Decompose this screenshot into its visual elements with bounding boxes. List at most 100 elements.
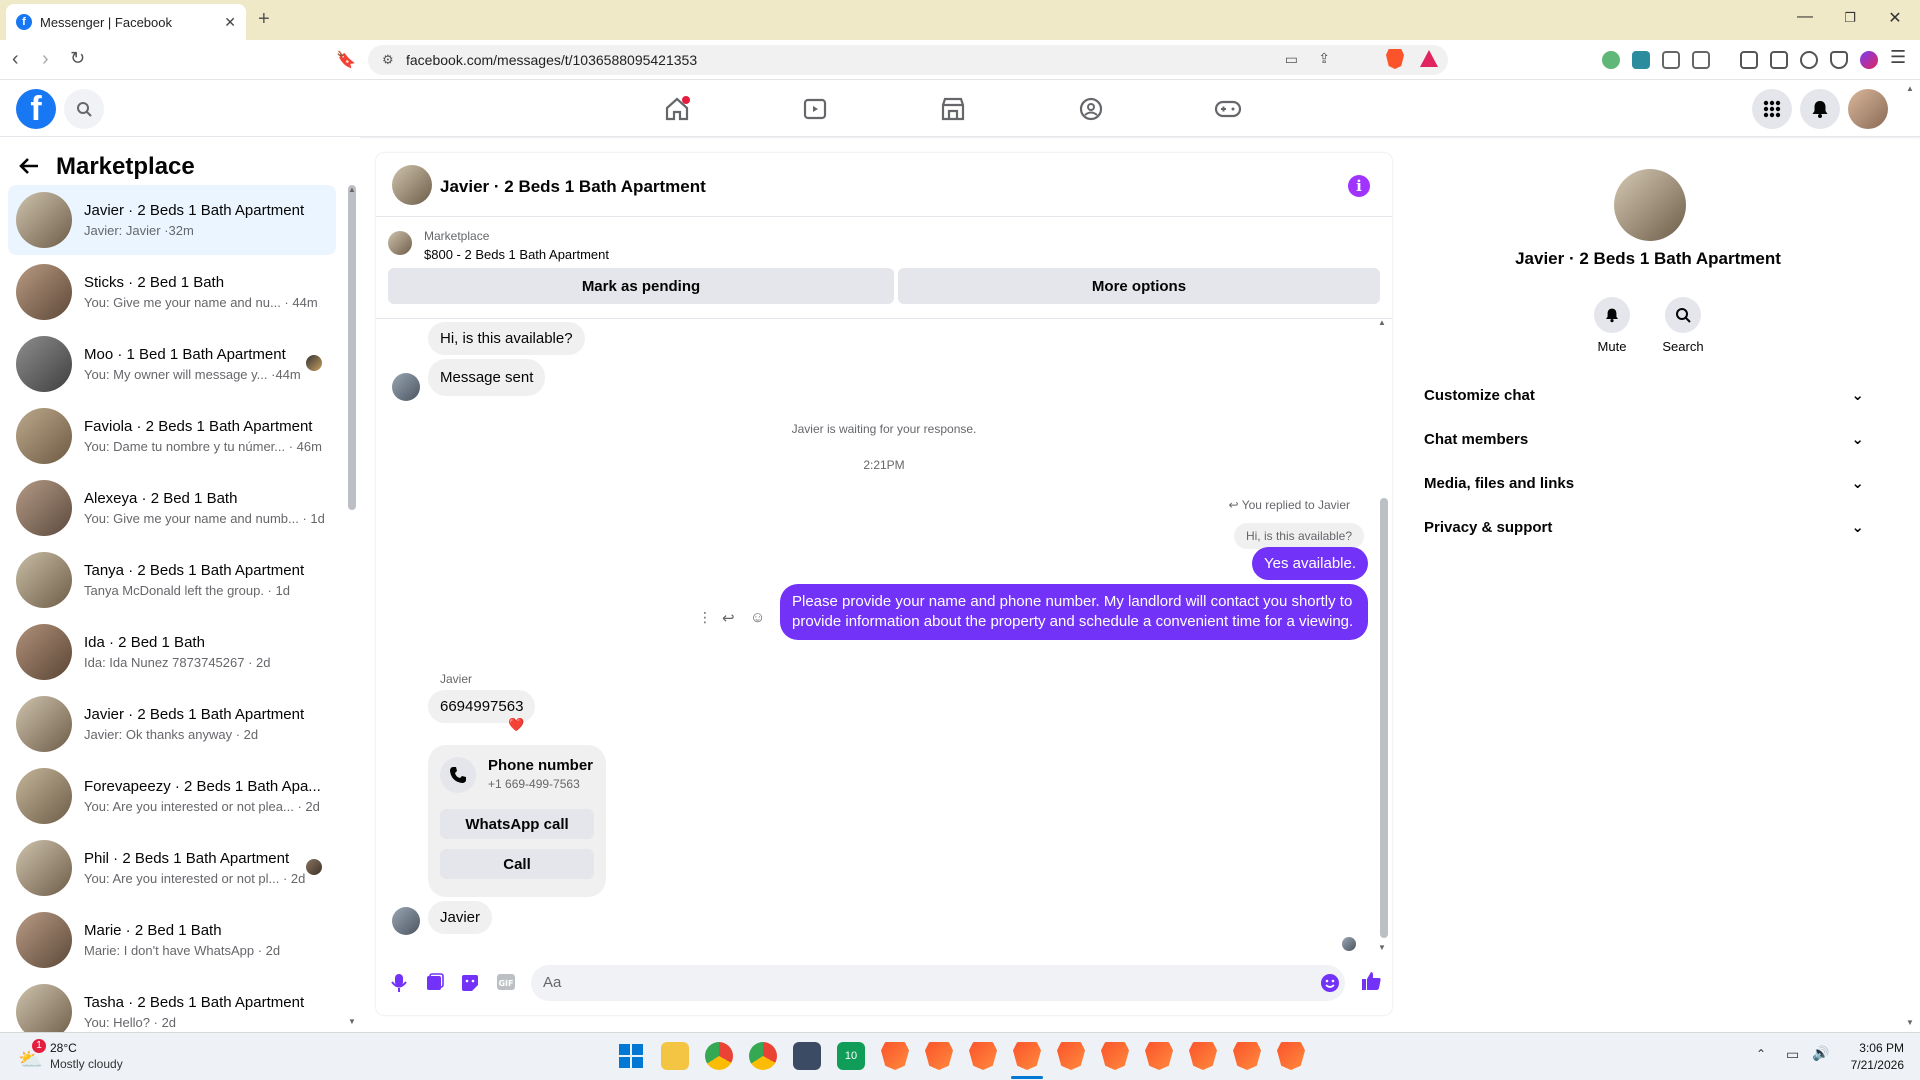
conversation-item[interactable]: Javier · 2 Beds 1 Bath Apartment Javier: … (8, 185, 336, 255)
search-action[interactable]: Search (1643, 297, 1723, 354)
message-bubble[interactable]: Hi, is this available? (428, 322, 585, 355)
chrome-icon[interactable] (705, 1042, 733, 1070)
conversation-item[interactable]: Faviola · 2 Beds 1 Bath Apartment You: Da… (8, 401, 336, 471)
scroll-down-icon[interactable]: ▼ (1378, 943, 1386, 952)
bookmark-icon[interactable]: 🔖 (336, 50, 356, 70)
conversation-item[interactable]: Phil · 2 Beds 1 Bath Apartment You: Are y… (8, 833, 336, 903)
section-customize-chat[interactable]: Customize chat ⌄ (1424, 373, 1872, 417)
restore-button[interactable]: ❐ (1835, 10, 1865, 26)
extensions-puzzle-icon[interactable] (1662, 51, 1680, 69)
conversation-item[interactable]: Tanya · 2 Beds 1 Bath Apartment Tanya McD… (8, 545, 336, 615)
reload-button[interactable]: ↻ (70, 48, 85, 69)
close-tab-icon[interactable]: ✕ (224, 14, 236, 31)
brave-window-icon[interactable] (1145, 1042, 1173, 1070)
brave-window-icon[interactable] (881, 1042, 909, 1070)
address-bar[interactable]: ⚙ facebook.com/messages/t/10365880954213… (368, 45, 1448, 75)
gif-icon[interactable]: GIF (496, 973, 516, 991)
like-thumb-icon[interactable] (1360, 970, 1382, 992)
my-message-bubble[interactable]: Yes available. (1251, 547, 1368, 580)
notepad-icon[interactable] (793, 1042, 821, 1070)
conversation-item[interactable]: Ida · 2 Bed 1 Bath Ida: Ida Nunez 7873745… (8, 617, 336, 687)
more-actions-icon[interactable]: ⋮ (698, 609, 712, 626)
back-arrow-icon[interactable] (18, 157, 40, 175)
extension-teal-icon[interactable] (1632, 51, 1650, 69)
brave-window-icon[interactable] (1233, 1042, 1261, 1070)
home-nav-button[interactable] (657, 91, 697, 127)
page-scroll-down-icon[interactable]: ▼ (1906, 1018, 1914, 1027)
scroll-up-icon[interactable]: ▲ (1378, 318, 1386, 327)
call-button[interactable]: Call (440, 849, 594, 879)
conversation-item[interactable]: Sticks · 2 Bed 1 Bath You: Give me your n… (8, 257, 336, 327)
heart-reaction[interactable]: ❤️ (508, 717, 524, 733)
profile-icon[interactable] (1860, 51, 1878, 69)
vpn-icon[interactable] (1830, 51, 1848, 69)
sender-avatar[interactable] (392, 907, 420, 935)
section-privacy-support[interactable]: Privacy & support ⌄ (1424, 505, 1872, 549)
network-icon[interactable]: ▭ (1786, 1046, 1799, 1063)
minimize-button[interactable]: — (1790, 8, 1820, 26)
browser-tab[interactable]: f Messenger | Facebook ✕ (6, 4, 246, 40)
photo-icon[interactable] (426, 973, 444, 991)
calendar-app-icon[interactable]: 10 (837, 1042, 865, 1070)
brave-window-icon[interactable] (1101, 1042, 1129, 1070)
listing-title[interactable]: $800 - 2 Beds 1 Bath Apartment (424, 247, 609, 262)
clock-time[interactable]: 3:06 PM (1824, 1041, 1904, 1055)
microphone-icon[interactable] (390, 973, 408, 993)
conversation-item[interactable]: Moo · 1 Bed 1 Bath Apartment You: My owne… (8, 329, 336, 399)
section-chat-members[interactable]: Chat members ⌄ (1424, 417, 1872, 461)
brave-window-icon[interactable] (925, 1042, 953, 1070)
section-media-files-links[interactable]: Media, files and links ⌄ (1424, 461, 1872, 505)
brave-window-icon[interactable] (1013, 1042, 1041, 1070)
whatsapp-call-button[interactable]: WhatsApp call (440, 809, 594, 839)
page-scroll-up-icon[interactable]: ▲ (1906, 84, 1914, 93)
chat-avatar[interactable] (392, 165, 432, 205)
account-avatar[interactable] (1848, 89, 1888, 129)
menu-icon[interactable]: ☰ (1890, 47, 1908, 67)
brave-window-icon[interactable] (1189, 1042, 1217, 1070)
clock-date[interactable]: 7/21/2026 (1824, 1058, 1904, 1072)
notifications-button[interactable] (1800, 89, 1840, 129)
sidebar-toggle-icon[interactable] (1740, 51, 1758, 69)
new-tab-button[interactable]: + (258, 8, 270, 31)
list-scrollbar[interactable] (348, 185, 356, 510)
brave-rewards-icon[interactable] (1420, 50, 1438, 67)
mute-action[interactable]: Mute (1572, 297, 1652, 354)
my-message-bubble[interactable]: Please provide your name and phone numbe… (780, 584, 1368, 640)
sticker-icon[interactable] (460, 973, 480, 993)
cast-icon[interactable]: ▭ (1285, 51, 1298, 68)
chrome-profile-icon[interactable] (749, 1042, 777, 1070)
marketplace-nav-button[interactable] (933, 91, 973, 127)
extension-green-icon[interactable] (1602, 51, 1620, 69)
conversation-item[interactable]: Alexeya · 2 Bed 1 Bath You: Give me your … (8, 473, 336, 543)
conversation-item[interactable]: Forevapeezy · 2 Beds 1 Bath Apa... You: A… (8, 761, 336, 831)
groups-nav-button[interactable] (1071, 91, 1111, 127)
chat-name[interactable]: Javier · 2 Beds 1 Bath Apartment (440, 177, 706, 197)
file-explorer-icon[interactable] (661, 1042, 689, 1070)
leo-ai-icon[interactable] (1800, 51, 1818, 69)
emoji-icon[interactable] (1320, 973, 1340, 993)
tray-chevron-icon[interactable]: ⌃ (1756, 1047, 1766, 1061)
forward-button[interactable]: › (42, 48, 49, 71)
weather-widget[interactable]: ⛅ 1 (18, 1039, 46, 1071)
scroll-down-icon[interactable]: ▼ (348, 1017, 356, 1026)
extension-box-icon[interactable] (1692, 51, 1710, 69)
react-emoji-icon[interactable]: ☺ (750, 609, 765, 626)
brave-window-icon[interactable] (1057, 1042, 1085, 1070)
back-button[interactable]: ‹ (12, 48, 19, 71)
conversation-item[interactable]: Marie · 2 Bed 1 Bath Marie: I don't have … (8, 905, 336, 975)
scroll-up-icon[interactable]: ▲ (348, 185, 356, 194)
brave-window-icon[interactable] (1277, 1042, 1305, 1070)
quoted-message[interactable]: Hi, is this available? (1233, 523, 1364, 549)
listing-thumbnail[interactable] (388, 231, 412, 255)
brave-window-icon[interactable] (969, 1042, 997, 1070)
message-bubble[interactable]: Javier (428, 901, 493, 934)
windows-start-icon[interactable] (617, 1042, 645, 1070)
sender-avatar[interactable] (392, 373, 420, 401)
facebook-logo-icon[interactable]: f (16, 89, 56, 129)
conversation-item[interactable]: Javier · 2 Beds 1 Bath Apartment Javier: … (8, 689, 336, 759)
wallet-icon[interactable] (1770, 51, 1788, 69)
reply-icon[interactable]: ↩ (722, 609, 735, 627)
brave-shields-icon[interactable] (1386, 49, 1404, 69)
message-bubble[interactable]: Message sent (428, 359, 546, 396)
more-options-button[interactable]: More options (898, 268, 1380, 304)
